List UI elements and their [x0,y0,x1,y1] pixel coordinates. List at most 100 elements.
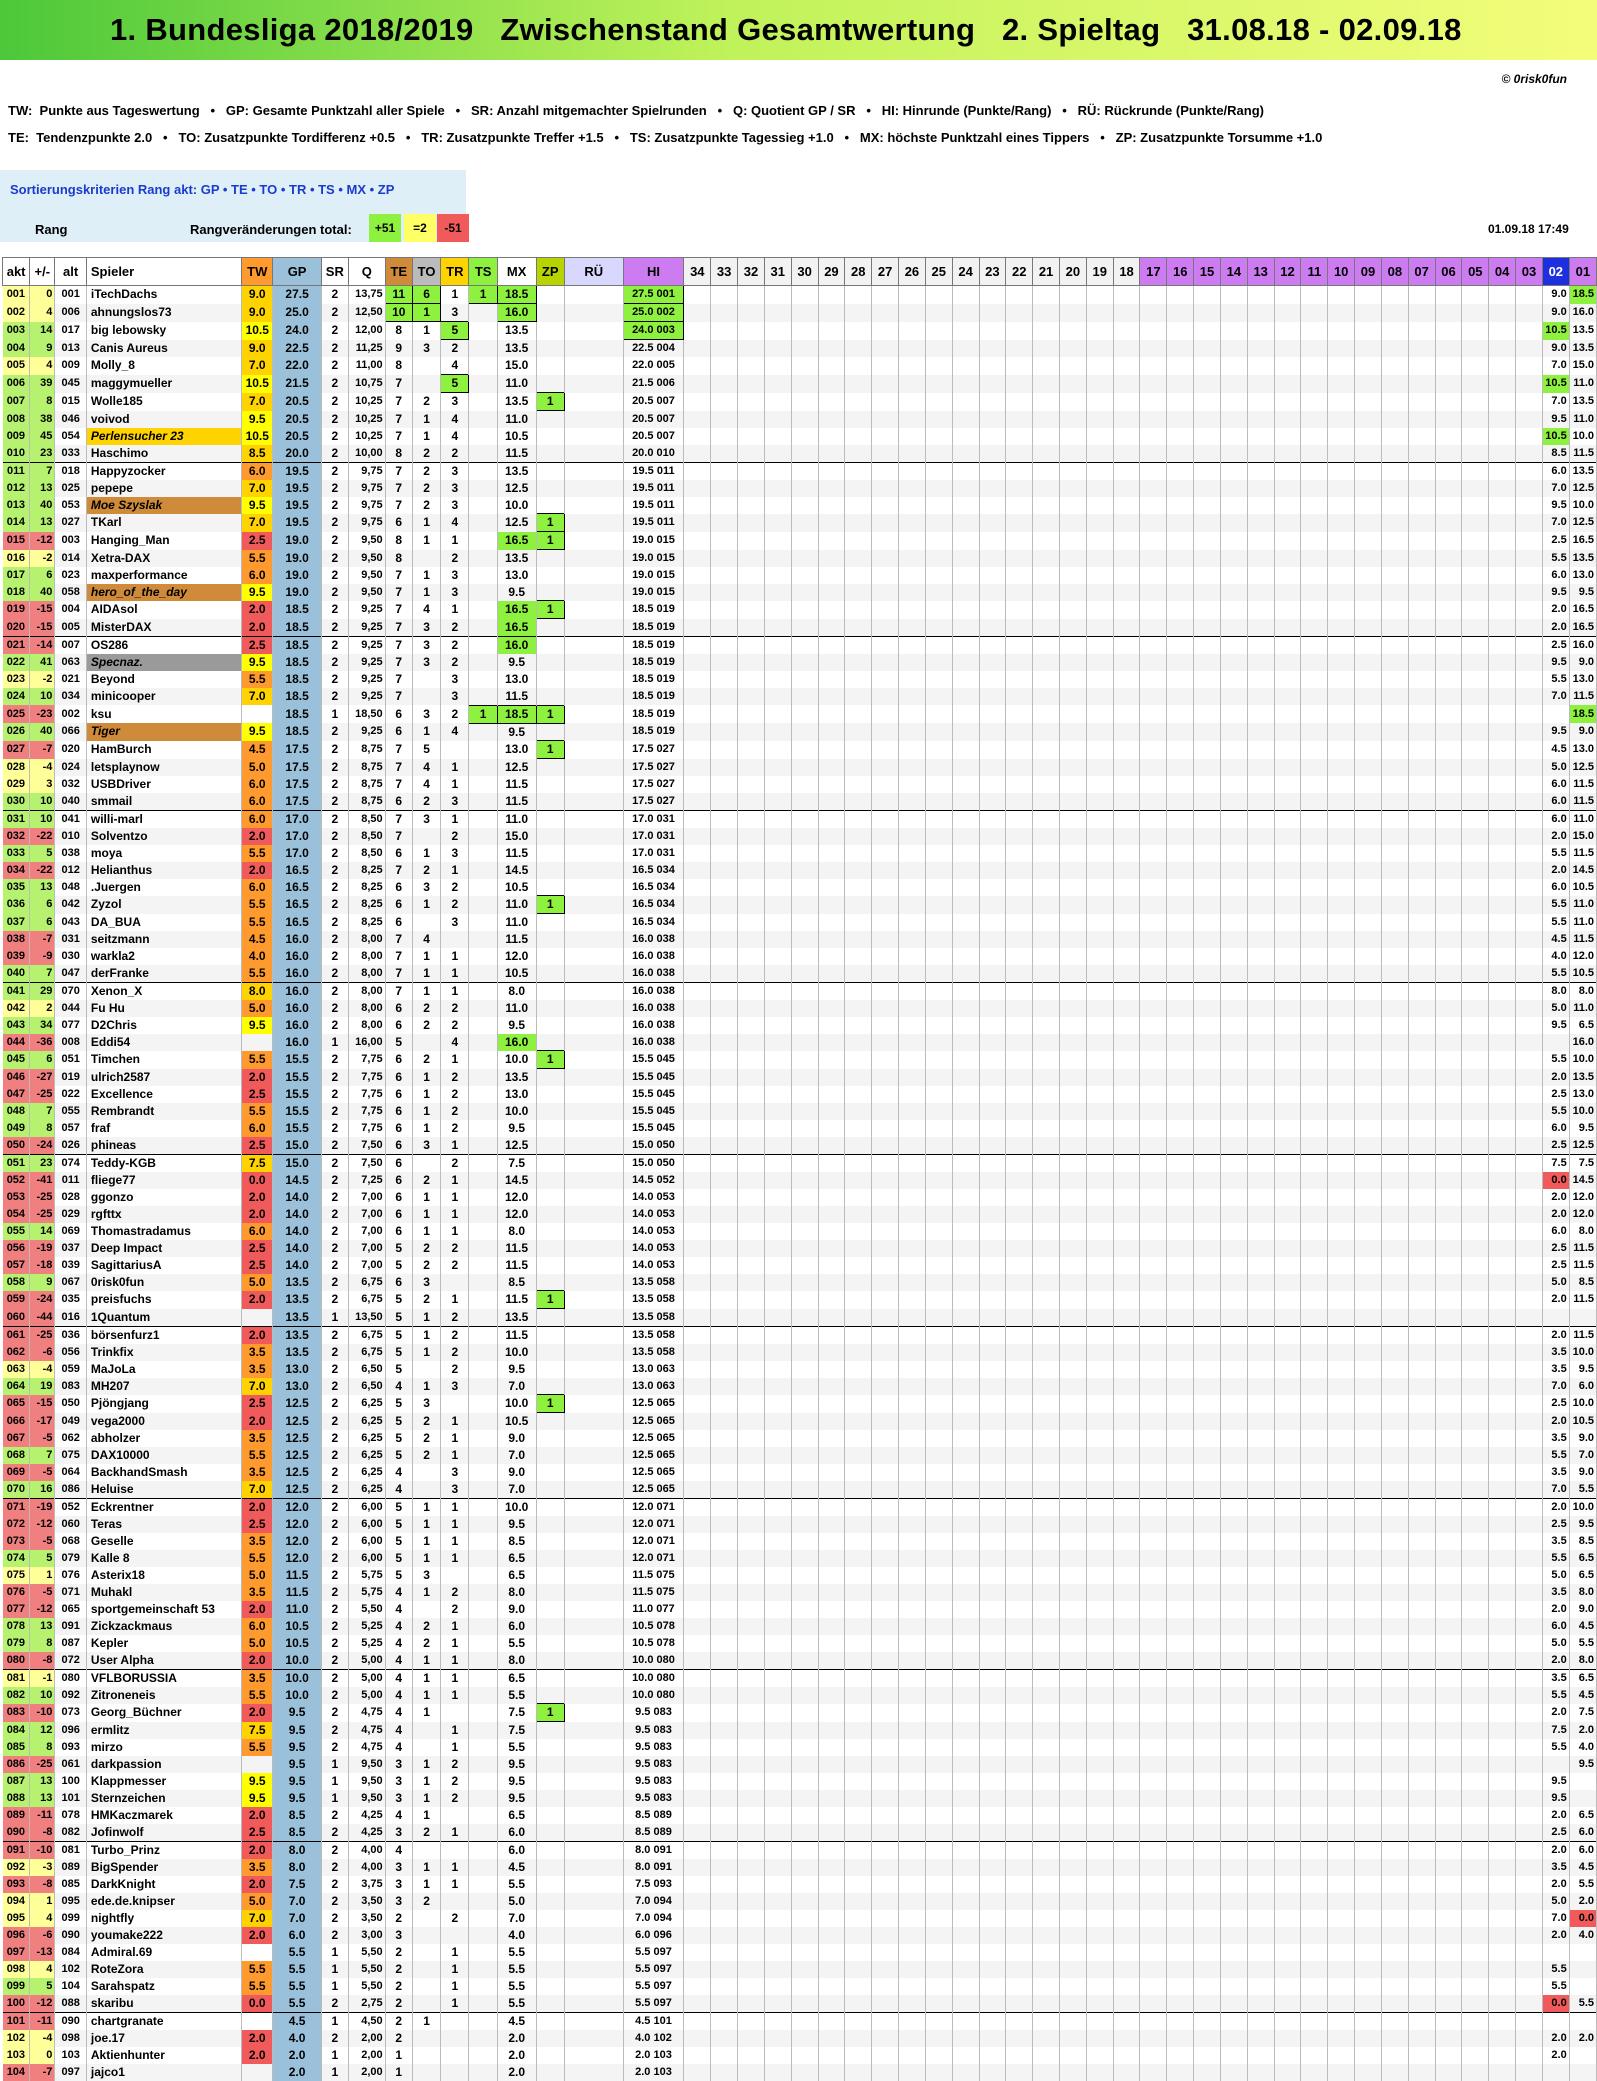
te-points: 3 [385,1892,413,1910]
round-23-points [979,1686,1007,1704]
round-06-points [1435,1068,1463,1086]
round-13-points [1247,1497,1275,1516]
round-12-points [1274,758,1302,776]
rueckrunde [564,410,624,428]
rank-previous: 001 [54,285,87,304]
rank-current: 030 [2,792,31,810]
round-23-points [979,999,1007,1017]
rank-previous: 032 [54,775,87,793]
round-20-points [1059,1721,1087,1739]
player-name: Haschimo [86,444,243,462]
tr-points: 3 [440,1463,470,1481]
round-04-points [1488,321,1517,340]
gp-points: 24.0 [272,321,322,340]
round-06-points [1435,1721,1463,1739]
rueckrunde [564,321,624,340]
ts-points [468,740,498,759]
quotient: 7,25 [348,1171,386,1189]
round-17-points [1139,913,1168,931]
round-12-points [1274,1188,1302,1206]
round-27-points [871,1703,900,1722]
rank-current: 012 [2,479,31,497]
round-01-points: 10.0 [1569,496,1597,514]
round-05-points [1461,895,1490,914]
hinrunde: 9.5 083 [623,1721,685,1739]
round-05-points [1461,1290,1490,1309]
round-34-points [683,1290,712,1309]
sr-count: 2 [321,531,349,550]
table-row: 012 13 025 pepepe 7.0 19.5 2 9,75 7 2 3 12.5 19.5 01… [2,479,1597,497]
round-27-points [871,723,900,741]
round-22-points [1005,1102,1034,1120]
quotient: 10,25 [348,427,386,445]
te-points: 7 [385,410,413,428]
round-04-points [1488,1823,1517,1841]
rueckrunde [564,775,624,793]
to-points: 1 [412,1188,442,1206]
round-16-points [1166,1188,1195,1206]
table-row: 058 9 067 0risk0fun 5.0 13.5 2 6,75 6 3 8.5 13.5 05… [2,1273,1597,1291]
round-23-points [979,1429,1007,1447]
player-name: Trinkfix [86,1343,243,1361]
round-33-points [710,1343,739,1361]
round-18-points [1113,1394,1141,1413]
round-10-points [1327,444,1356,462]
round-24-points [952,1050,980,1069]
round-19-points [1086,410,1114,428]
round-08-points [1381,285,1409,304]
round-13-points [1247,496,1275,514]
round-06-points [1435,618,1463,636]
round-34-points [683,705,712,723]
round-11-points [1300,740,1329,759]
tw-points: 2.0 [241,1703,274,1722]
round-27-points [871,1429,900,1447]
mx-points: 8.0 [497,981,537,1000]
tw-points: 2.5 [241,1239,274,1257]
round-14-points [1220,566,1248,584]
round-17-points [1139,1394,1168,1413]
tr-points [440,1566,470,1584]
tw-points [241,1308,274,1326]
round-13-points [1247,461,1275,480]
round-04-points [1488,427,1517,445]
round-23-points [979,1136,1007,1154]
hinrunde: 20.0 010 [623,444,685,462]
round-14-points [1220,1926,1248,1944]
quotient: 8,75 [348,792,386,810]
round-22-points [1005,1497,1034,1516]
round-31-points [764,1600,792,1618]
round-15-points [1193,1016,1221,1034]
round-20-points [1059,1755,1087,1773]
rank-previous: 051 [54,1050,87,1069]
round-05-points [1461,1668,1490,1687]
round-03-points [1515,1256,1543,1274]
ts-points [468,1360,498,1378]
rueckrunde [564,1205,624,1223]
tw-points: 9.5 [241,496,274,514]
sr-count: 2 [321,981,349,1000]
round-31-points [764,670,792,688]
round-07-points [1408,895,1436,914]
round-11-points [1300,1789,1329,1807]
rueckrunde [564,1755,624,1773]
round-03-points [1515,878,1543,896]
round-11-points [1300,1668,1329,1687]
tw-points: 2.5 [241,531,274,550]
round-19-points [1086,1755,1114,1773]
round-22-points [1005,285,1034,304]
ts-points [468,1617,498,1635]
zp-points [536,1789,565,1807]
rank-previous: 074 [54,1153,87,1172]
round-15-points [1193,1926,1221,1944]
table-row: 063 -4 059 MaJoLa 3.5 13.0 2 6,50 5 2 9.5 13.0 063 3… [2,1360,1597,1378]
tr-points: 2 [440,1153,470,1172]
tr-points: 1 [440,1429,470,1447]
rank-previous: 040 [54,792,87,810]
round-08-points [1381,1085,1409,1103]
round-01-points: 16.5 [1569,618,1597,636]
rank-current: 069 [2,1463,31,1481]
round-28-points [844,1583,873,1601]
gp-points: 18.5 [272,670,322,688]
round-04-points [1488,1308,1517,1326]
gp-points: 8.5 [272,1823,322,1841]
